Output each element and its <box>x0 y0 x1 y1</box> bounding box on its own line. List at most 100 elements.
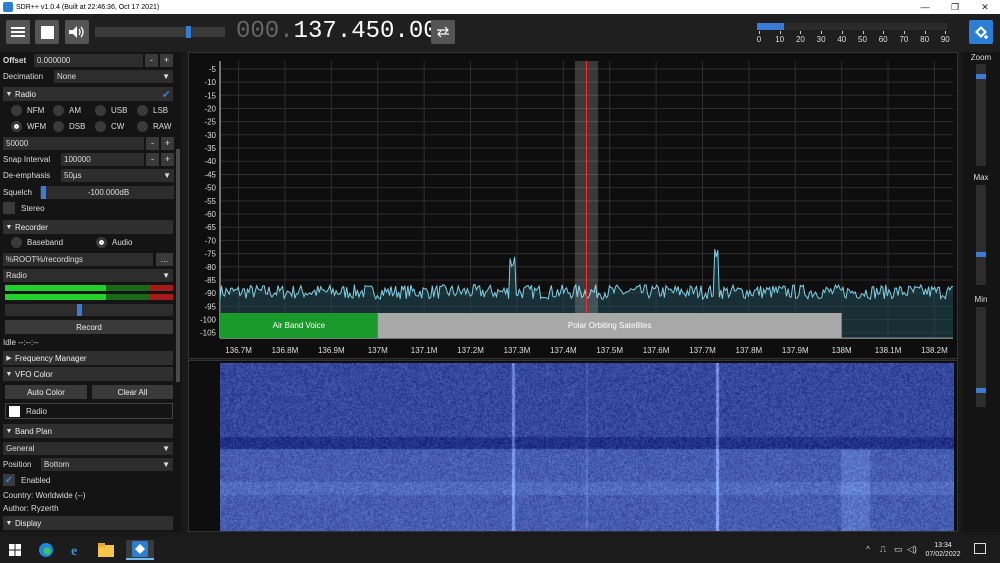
min-db-slider[interactable] <box>976 307 986 407</box>
y-tick-label: -90 <box>204 289 216 298</box>
frequency-manager-section-header[interactable]: ▶ Frequency Manager <box>3 351 173 365</box>
swap-icon <box>437 26 449 38</box>
rec-stream-select[interactable]: Radio ▼ <box>3 268 173 282</box>
frequency-display[interactable]: 000.137.450.000 <box>236 18 452 45</box>
deemphasis-label: De-emphasis <box>3 170 51 180</box>
mode-option-wfm[interactable]: WFM <box>11 121 46 132</box>
volume-slider-handle[interactable] <box>186 26 192 38</box>
fft-spectrum-panel[interactable]: -5 -10 -15 -20 -25 -30 -35 -40 -45 -50 -55 -60 -65 -7… <box>188 52 958 359</box>
squelch-slider[interactable]: -100.000dB <box>40 185 174 199</box>
clear-all-button[interactable]: Clear All <box>92 385 173 399</box>
edge-icon[interactable] <box>36 540 56 560</box>
mode-option-raw[interactable]: RAW <box>137 121 171 132</box>
y-tick-label: -80 <box>204 263 216 272</box>
snr-meter: 0 10 20 30 40 50 60 70 80 90 <box>757 22 953 50</box>
zoom-slider[interactable] <box>976 64 986 166</box>
mode-radio[interactable] <box>11 121 22 132</box>
mode-radio[interactable] <box>95 121 106 132</box>
stereo-checkbox[interactable] <box>3 202 15 214</box>
notifications-icon[interactable] <box>974 543 986 554</box>
record-button[interactable]: Record <box>5 320 173 334</box>
audio-level-meter-left <box>5 285 173 291</box>
maximize-button[interactable]: ❐ <box>940 2 970 13</box>
tuning-mode-button[interactable] <box>431 20 455 44</box>
offset-minus-button[interactable]: - <box>145 53 158 67</box>
file-explorer-icon[interactable] <box>96 540 116 560</box>
rec-baseband-radio[interactable] <box>11 237 22 248</box>
vfo-color-item[interactable]: Radio <box>5 403 173 419</box>
decimation-select[interactable]: None ▼ <box>54 69 173 83</box>
radio-enabled-check-icon[interactable]: ✔ <box>162 88 171 101</box>
mode-option-usb[interactable]: USB <box>95 105 127 116</box>
app-icon <box>3 2 13 12</box>
offset-plus-button[interactable]: + <box>160 53 173 67</box>
sdrpp-taskbar-icon[interactable] <box>126 540 154 560</box>
taskbar-clock[interactable]: 13:34 07/02/2022 <box>918 541 968 559</box>
vfo-color-swatch[interactable] <box>9 405 20 417</box>
snap-minus-button[interactable]: - <box>146 152 159 166</box>
frequency-digits-active[interactable]: 137.450.000 <box>294 18 452 45</box>
radio-section-header[interactable]: ▼ Radio ✔ <box>3 87 173 101</box>
zoom-slider-handle[interactable] <box>976 73 986 79</box>
mode-option-lsb[interactable]: LSB <box>137 105 168 116</box>
band-plan-section-header[interactable]: ▼ Band Plan <box>3 424 173 438</box>
stop-button[interactable] <box>35 20 59 44</box>
mode-option-cw[interactable]: CW <box>95 121 124 132</box>
waterfall-canvas[interactable] <box>220 363 954 531</box>
mode-radio[interactable] <box>11 105 22 116</box>
band-plan-select[interactable]: General ▼ <box>3 441 173 455</box>
min-db-slider-handle[interactable] <box>976 387 986 393</box>
mode-radio[interactable] <box>137 121 148 132</box>
max-db-slider-handle[interactable] <box>976 251 986 257</box>
rec-volume-slider-handle[interactable] <box>77 304 82 316</box>
start-button[interactable] <box>5 540 25 560</box>
tray-usb-icon[interactable]: ⎍ <box>880 544 886 555</box>
bandwidth-plus-button[interactable]: + <box>161 136 174 150</box>
snap-plus-button[interactable]: + <box>161 152 174 166</box>
rec-audio-option[interactable]: Audio <box>96 237 132 248</box>
mode-radio[interactable] <box>95 105 106 116</box>
band-enabled-checkbox[interactable]: ✔ <box>3 474 15 486</box>
snap-input[interactable]: 100000 <box>61 152 144 166</box>
mute-button[interactable] <box>65 20 89 44</box>
display-section-header[interactable]: ▼ Display <box>3 516 173 530</box>
close-button[interactable]: ✕ <box>970 2 1000 13</box>
x-tick-label: 138.1M <box>875 346 902 355</box>
minimize-button[interactable]: — <box>910 2 940 12</box>
internet-explorer-icon[interactable]: e <box>66 540 86 560</box>
mode-option-nfm[interactable]: NFM <box>11 105 44 116</box>
max-db-slider[interactable] <box>976 185 986 285</box>
deemphasis-row: De-emphasis 50µs ▼ <box>3 168 175 182</box>
band-position-select[interactable]: Bottom ▼ <box>41 457 173 471</box>
band-plan-label: Air Band Voice <box>273 321 326 330</box>
rec-path-input[interactable]: %ROOT%/recordings <box>3 252 153 266</box>
bandwidth-minus-button[interactable]: - <box>146 136 159 150</box>
menu-button[interactable] <box>6 20 30 44</box>
mode-radio[interactable] <box>137 105 148 116</box>
rec-baseband-option[interactable]: Baseband <box>11 237 63 248</box>
recorder-section-header[interactable]: ▼ Recorder <box>3 220 173 234</box>
mode-radio[interactable] <box>53 105 64 116</box>
rec-audio-radio[interactable] <box>96 237 107 248</box>
squelch-slider-handle[interactable] <box>41 185 46 199</box>
tray-network-icon[interactable]: ▭ <box>894 544 903 555</box>
offset-input[interactable]: 0.000000 <box>34 53 143 67</box>
mode-option-am[interactable]: AM <box>53 105 81 116</box>
rec-browse-button[interactable]: ... <box>156 252 173 266</box>
mode-option-dsb[interactable]: DSB <box>53 121 85 132</box>
deemphasis-select[interactable]: 50µs ▼ <box>61 168 174 182</box>
sidebar-scrollbar[interactable] <box>176 149 180 382</box>
band-position-row: Position Bottom ▼ <box>3 457 175 471</box>
waterfall-display[interactable] <box>188 360 958 532</box>
tray-chevron-up-icon[interactable]: ^ <box>866 545 870 554</box>
volume-slider[interactable] <box>95 26 225 38</box>
recorder-section-title: Recorder <box>15 222 48 232</box>
fft-spectrum-chart[interactable]: -5 -10 -15 -20 -25 -30 -35 -40 -45 -50 -55 -60 -65 -7… <box>189 53 957 358</box>
vfo-color-section-header[interactable]: ▼ VFO Color <box>3 367 173 381</box>
mode-radio[interactable] <box>53 121 64 132</box>
snr-tick-label: 30 <box>816 35 826 44</box>
tray-volume-icon[interactable]: ◁) <box>907 544 917 555</box>
bandwidth-input[interactable]: 50000 <box>3 136 144 150</box>
rec-volume-slider[interactable] <box>5 304 173 316</box>
auto-color-button[interactable]: Auto Color <box>5 385 87 399</box>
